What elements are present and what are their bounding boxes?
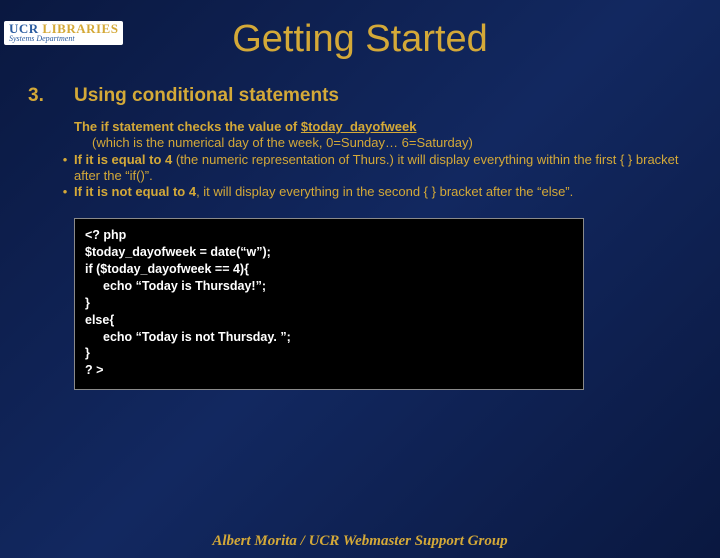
code-line: else{ [85, 312, 573, 329]
section-header: 3. Using conditional statements [28, 85, 692, 107]
code-line: if ($today_dayofweek == 4){ [85, 261, 573, 278]
ucr-logo: UCR LIBRARIES Systems Department [4, 21, 123, 45]
logo-subtitle: Systems Department [9, 35, 118, 42]
code-line: echo “Today is Thursday!”; [85, 278, 573, 295]
bullet-dot-icon: • [56, 152, 74, 185]
code-line: } [85, 295, 573, 312]
section-title: Using conditional statements [74, 85, 339, 107]
bullet-1-sub: (which is the numerical day of the week,… [74, 135, 692, 151]
code-line: echo “Today is not Thursday. ”; [85, 329, 573, 346]
bullet-3: • If it is not equal to 4, it will displ… [74, 184, 692, 200]
bullet-1: The if statement checks the value of $to… [74, 119, 692, 152]
section-number: 3. [28, 85, 74, 107]
bullet-2-text: If it is equal to 4 (the numeric represe… [74, 152, 692, 185]
code-line: <? php [85, 227, 573, 244]
code-block: <? php $today_dayofweek = date(“w”); if … [74, 218, 584, 390]
bullet-1-text: The if statement checks the value of $to… [74, 119, 692, 152]
code-line: ? > [85, 362, 573, 379]
code-line: } [85, 345, 573, 362]
bullet-3-text: If it is not equal to 4, it will display… [74, 184, 692, 200]
body-text: The if statement checks the value of $to… [74, 119, 692, 200]
slide-content: 3. Using conditional statements The if s… [28, 85, 692, 390]
footer-text: Albert Morita / UCR Webmaster Support Gr… [0, 533, 720, 550]
bullet-dot-icon: • [56, 184, 74, 200]
bullet-2: • If it is equal to 4 (the numeric repre… [74, 152, 692, 185]
code-line: $today_dayofweek = date(“w”); [85, 244, 573, 261]
